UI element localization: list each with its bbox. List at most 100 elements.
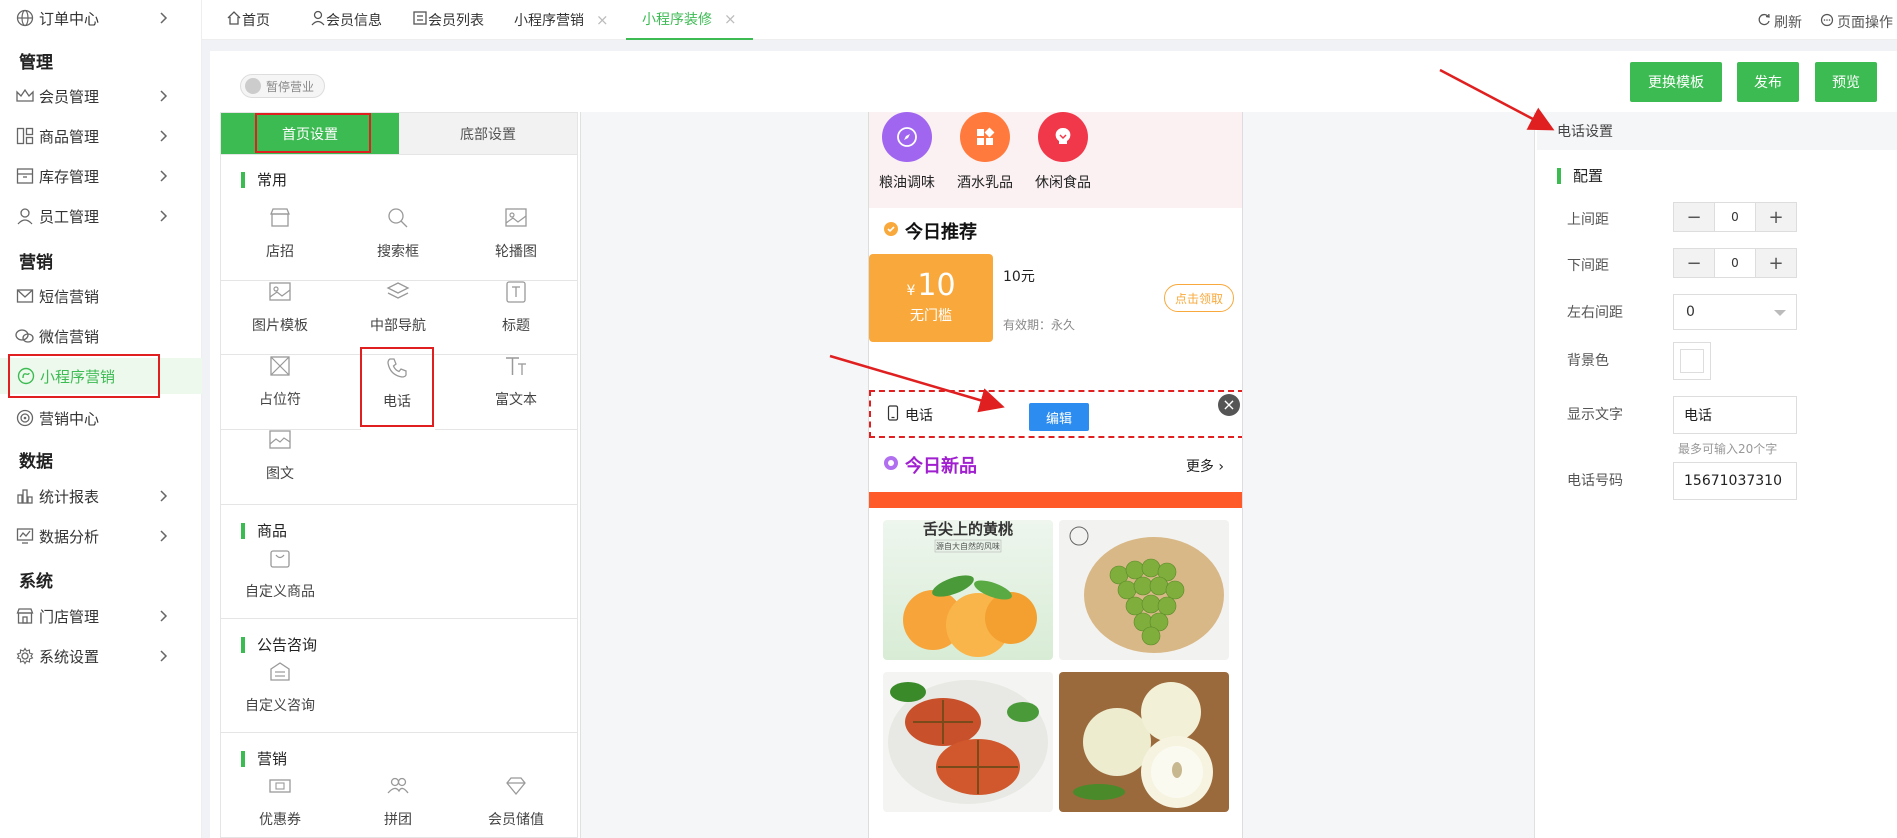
highlight-box bbox=[255, 113, 371, 153]
tab-member-list[interactable]: 会员列表 bbox=[412, 0, 484, 40]
today-recommend-title: 今日推荐 bbox=[883, 218, 977, 244]
coupon-validity: 有效期：永久 bbox=[1003, 318, 1076, 332]
sidebar-item-products[interactable]: 商品管理 bbox=[0, 118, 202, 154]
component-title[interactable]: 标题 bbox=[457, 273, 575, 347]
phone-number-input[interactable]: 15671037310 bbox=[1673, 462, 1797, 500]
decrement-button[interactable]: − bbox=[1674, 203, 1714, 231]
chevron-right-icon bbox=[156, 128, 172, 144]
preview-button[interactable]: 预览 bbox=[1815, 62, 1877, 102]
component-search-box[interactable]: 搜索框 bbox=[339, 199, 457, 273]
user-icon bbox=[310, 10, 326, 30]
tab-member-info[interactable]: 会员信息 bbox=[310, 0, 382, 40]
close-icon[interactable]: × bbox=[596, 11, 609, 29]
product-image-pears[interactable] bbox=[1059, 672, 1229, 812]
tab-miniapp-decoration[interactable]: 小程序装修 × bbox=[626, 0, 753, 40]
refresh-button[interactable]: 刷新 bbox=[1757, 12, 1802, 32]
tab-home-settings[interactable]: 首页设置 bbox=[221, 113, 399, 154]
increment-button[interactable]: + bbox=[1756, 249, 1796, 277]
miniapp-icon bbox=[16, 366, 36, 386]
component-middle-nav[interactable]: 中部导航 bbox=[339, 273, 457, 347]
sidebar-item-reports[interactable]: 统计报表 bbox=[0, 478, 202, 514]
sidebar-item-wechat[interactable]: 微信营销 bbox=[0, 318, 202, 354]
component-image-text[interactable]: 图文 bbox=[221, 421, 339, 495]
component-custom-notice[interactable]: 自定义咨询 bbox=[221, 653, 339, 727]
publish-button[interactable]: 发布 bbox=[1737, 62, 1799, 102]
product-image-crabs[interactable] bbox=[883, 672, 1053, 812]
sidebar-item-label: 商品管理 bbox=[39, 127, 100, 146]
decrement-button[interactable]: − bbox=[1674, 249, 1714, 277]
sidebar-item-orders[interactable]: 订单中心 bbox=[0, 0, 202, 36]
sidebar-item-settings[interactable]: 系统设置 bbox=[0, 638, 202, 674]
increment-button[interactable]: + bbox=[1756, 203, 1796, 231]
chevron-right-icon bbox=[156, 488, 172, 504]
coupon-icon bbox=[267, 773, 293, 799]
more-link[interactable]: 更多 › bbox=[1186, 456, 1224, 476]
component-store-sign[interactable]: 店招 bbox=[221, 199, 339, 273]
component-placeholder[interactable]: 占位符 bbox=[221, 347, 339, 421]
bg-color-picker[interactable] bbox=[1673, 342, 1711, 380]
sidebar-item-staff[interactable]: 员工管理 bbox=[0, 198, 202, 234]
top-margin-stepper: − 0 + bbox=[1673, 202, 1797, 232]
tab-label: 小程序营销 bbox=[514, 13, 584, 29]
component-phone[interactable]: 电话 bbox=[360, 347, 434, 427]
stepper-value[interactable]: 0 bbox=[1714, 203, 1756, 231]
tab-label: 会员列表 bbox=[428, 13, 484, 29]
lr-margin-label: 左右间距 bbox=[1567, 305, 1623, 321]
change-template-button[interactable]: 更换模板 bbox=[1630, 62, 1722, 102]
phone-component-selected[interactable]: 电话 编辑 × bbox=[869, 390, 1242, 438]
user-icon bbox=[15, 206, 35, 226]
store-icon bbox=[15, 606, 35, 626]
status-label: 暂停营业 bbox=[266, 79, 315, 94]
tab-label: 会员信息 bbox=[326, 13, 382, 29]
component-coupon[interactable]: 优惠券 bbox=[221, 767, 339, 838]
sidebar-item-marketing-center[interactable]: 营销中心 bbox=[0, 400, 202, 436]
close-icon[interactable]: × bbox=[1218, 394, 1240, 416]
tab-bottom-settings[interactable]: 底部设置 bbox=[399, 113, 577, 154]
sidebar-item-label: 微信营销 bbox=[39, 327, 100, 346]
component-label: 电话 bbox=[383, 394, 411, 410]
rich-text-icon bbox=[503, 353, 529, 379]
component-label: 拼团 bbox=[384, 812, 412, 828]
orange-divider bbox=[869, 492, 1242, 508]
more-label: 更多 bbox=[1185, 459, 1214, 475]
close-icon[interactable]: × bbox=[724, 10, 737, 28]
product-image-peach[interactable]: 舌尖上的黄桃 源自大自然的风味 bbox=[883, 520, 1053, 660]
tab-miniapp-marketing[interactable]: 小程序营销 × bbox=[514, 0, 609, 40]
stepper-value[interactable]: 0 bbox=[1714, 249, 1756, 277]
sidebar-item-inventory[interactable]: 库存管理 bbox=[0, 158, 202, 194]
notice-icon bbox=[267, 659, 293, 685]
sidebar-item-members[interactable]: 会员管理 bbox=[0, 78, 202, 114]
chevron-right-icon bbox=[156, 168, 172, 184]
component-carousel[interactable]: 轮播图 bbox=[457, 199, 575, 273]
sidebar-item-stores[interactable]: 门店管理 bbox=[0, 598, 202, 634]
placeholder-icon bbox=[267, 353, 293, 379]
image-icon bbox=[503, 205, 529, 231]
component-image-template[interactable]: 图片模板 bbox=[221, 273, 339, 347]
lr-margin-select[interactable]: 0 bbox=[1673, 294, 1797, 330]
business-status-toggle[interactable]: 暂停营业 bbox=[240, 74, 326, 98]
sidebar-item-sms[interactable]: 短信营销 bbox=[0, 278, 202, 314]
group-title-common: 常用 bbox=[241, 172, 287, 188]
component-picker: 首页设置 底部设置 常用 店招 搜索框 轮播图 图片模板 中部导航 标题 占位符… bbox=[220, 112, 578, 838]
sidebar-item-label: 营销中心 bbox=[39, 409, 100, 428]
component-custom-product[interactable]: 自定义商品 bbox=[221, 539, 339, 613]
group-title-notice: 公告咨询 bbox=[241, 637, 317, 653]
page-ops-button[interactable]: 页面操作 bbox=[1820, 12, 1893, 32]
color-swatch bbox=[1680, 349, 1704, 373]
component-rich-text[interactable]: 富文本 bbox=[457, 347, 575, 421]
coupon-amount-box: ¥10 无门槛 bbox=[869, 254, 993, 342]
component-group-buy[interactable]: 拼团 bbox=[339, 767, 457, 838]
component-stored-value[interactable]: 会员储值 bbox=[457, 767, 575, 838]
apps-icon bbox=[960, 112, 1010, 162]
edit-button[interactable]: 编辑 bbox=[1029, 403, 1089, 431]
sidebar-item-miniapp[interactable]: 小程序营销 bbox=[0, 354, 202, 398]
page-ops-label: 页面操作 bbox=[1837, 15, 1893, 31]
category-item[interactable]: 休闲食品 bbox=[1013, 112, 1113, 192]
product-image-grapes[interactable] bbox=[1059, 520, 1229, 660]
store-sign-icon bbox=[267, 205, 293, 231]
get-coupon-button[interactable]: 点击领取 bbox=[1164, 284, 1234, 312]
category-label: 酒水乳品 bbox=[957, 175, 1013, 191]
sidebar-item-analysis[interactable]: 数据分析 bbox=[0, 518, 202, 554]
display-text-input[interactable]: 电话 bbox=[1673, 396, 1797, 434]
tab-home[interactable]: 首页 bbox=[226, 0, 270, 40]
